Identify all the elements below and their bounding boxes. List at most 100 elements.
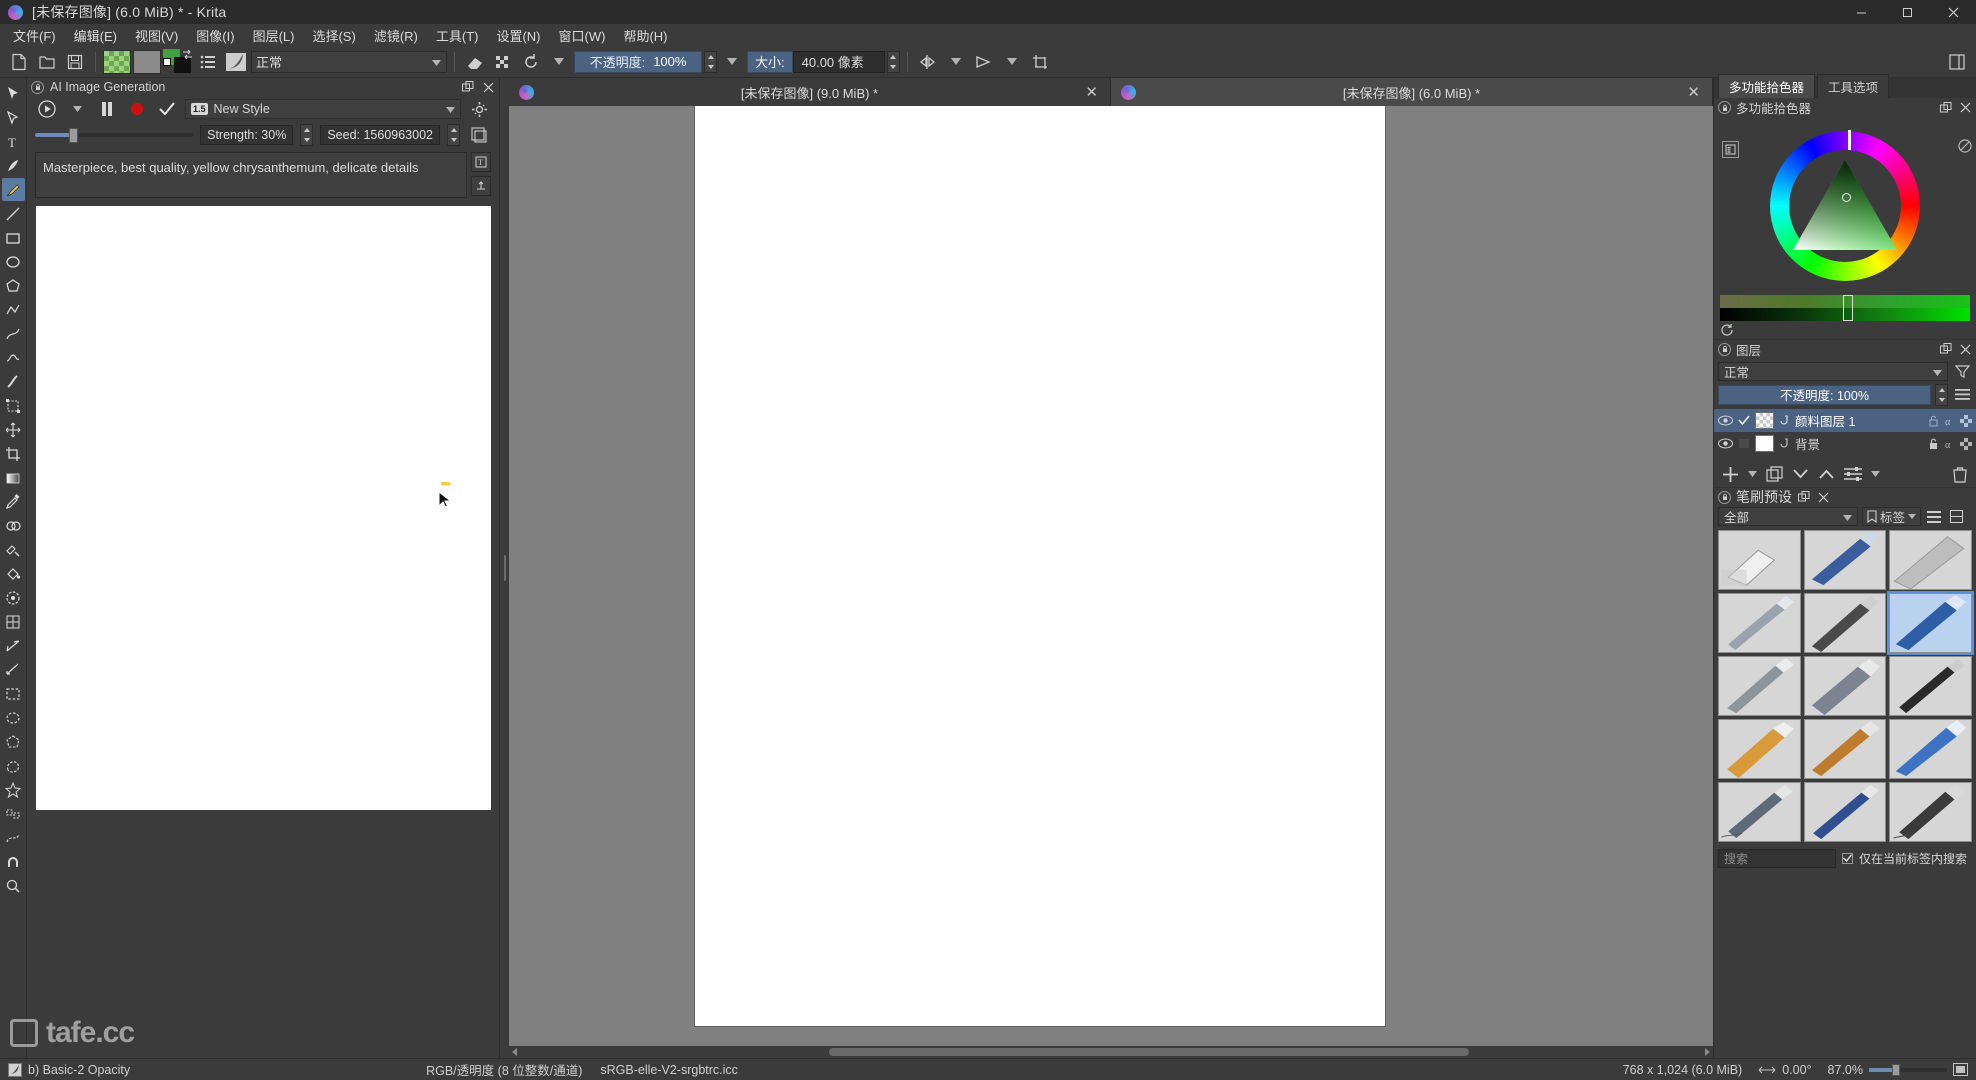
tool-bezier-selection[interactable] <box>2 826 25 849</box>
float-docker-icon[interactable] <box>1797 490 1811 504</box>
menu-window[interactable]: 窗口(W) <box>550 24 615 47</box>
brush-preset-g-ink-gpen[interactable] <box>1718 656 1801 716</box>
selector-options-icon[interactable] <box>1722 141 1739 158</box>
layer-inherit-alpha-icon[interactable] <box>1960 437 1972 450</box>
reset-rotation-icon[interactable] <box>518 49 544 75</box>
tool-calligraphy[interactable] <box>2 154 25 177</box>
brush-preset-n-ink-ballpen[interactable] <box>1803 782 1887 842</box>
brush-search-input[interactable]: 搜索 <box>1718 848 1836 868</box>
docker-lock-icon[interactable] <box>1718 342 1731 356</box>
layer-opacity-stepper[interactable] <box>1935 383 1948 406</box>
tab-advanced-color-selector[interactable]: 多功能拾色器 <box>1718 74 1816 98</box>
brush-size-slider[interactable]: 大小: 40.00 像素 <box>747 50 885 73</box>
ai-preview-canvas[interactable] <box>35 206 491 810</box>
mirror-horizontal-icon[interactable] <box>915 49 941 75</box>
brush-preset-o-pencil-hard[interactable] <box>1889 782 1972 842</box>
tool-transform-layer[interactable] <box>2 394 25 417</box>
fit-page-icon[interactable] <box>1953 1063 1968 1076</box>
close-icon[interactable]: ✕ <box>1687 83 1700 101</box>
add-layer-icon[interactable] <box>1722 466 1739 483</box>
move-layer-up-icon[interactable] <box>1818 467 1835 481</box>
tool-select-shapes[interactable] <box>2 106 25 129</box>
menu-select[interactable]: 选择(S) <box>303 24 364 47</box>
move-layer-down-icon[interactable] <box>1792 467 1809 481</box>
layer-blend-mode-combo[interactable]: 正常 <box>1718 361 1948 381</box>
layer-alpha-lock-icon[interactable]: α <box>1944 438 1955 450</box>
add-prompt-icon[interactable] <box>471 176 491 196</box>
tag-button[interactable]: 标签 <box>1862 507 1922 526</box>
apply-check-icon[interactable] <box>155 98 179 120</box>
tool-measure[interactable] <box>2 658 25 681</box>
zoom-segment[interactable]: 87.0% <box>1820 1063 1976 1077</box>
add-layer-chevron-down-icon[interactable] <box>1748 471 1757 477</box>
scroll-left-icon[interactable] <box>509 1046 521 1058</box>
advanced-color-selector[interactable] <box>1714 117 1976 295</box>
strength-stepper[interactable] <box>300 124 314 146</box>
horizontal-scrollbar[interactable] <box>509 1046 1713 1058</box>
brush-preset-h-marker[interactable] <box>1803 656 1887 716</box>
strength-slider[interactable] <box>35 126 194 144</box>
tool-similar-color-selection[interactable] <box>2 802 25 825</box>
scrollbar-thumb[interactable] <box>829 1048 1469 1056</box>
tool-colorize-mask[interactable] <box>2 514 25 537</box>
layer-row-paint-1[interactable]: 颜料图层 1 α <box>1714 409 1976 432</box>
tool-gradient-mesh[interactable] <box>2 610 25 633</box>
foreground-background-color[interactable] <box>163 48 193 75</box>
tool-polyline[interactable] <box>2 298 25 321</box>
tool-color-sampler[interactable] <box>2 490 25 513</box>
menu-layer[interactable]: 图层(L) <box>244 24 304 47</box>
layer-properties-icon[interactable] <box>1844 467 1862 481</box>
tool-enclose-fill[interactable] <box>2 586 25 609</box>
opacity-stepper[interactable] <box>704 50 717 73</box>
close-docker-icon[interactable] <box>1816 490 1830 504</box>
brush-preset-b-basic-1[interactable] <box>1803 530 1887 590</box>
tool-freehand-selection[interactable] <box>2 754 25 777</box>
pattern-swatch[interactable] <box>103 49 131 74</box>
preserve-alpha-icon[interactable] <box>490 49 516 75</box>
scope-checkbox[interactable] <box>1842 852 1853 864</box>
tool-gradient[interactable] <box>2 466 25 489</box>
delete-layer-icon[interactable] <box>1952 466 1968 483</box>
close-button[interactable] <box>1930 0 1976 24</box>
strength-value[interactable]: Strength: 30% <box>200 125 294 145</box>
text-options-icon[interactable]: T <box>471 152 491 172</box>
blend-mode-combo[interactable]: 正常 <box>251 50 447 73</box>
seed-stepper[interactable] <box>447 124 460 146</box>
opacity-dropdown-icon[interactable] <box>719 49 745 75</box>
menu-tools[interactable]: 工具(T) <box>427 24 488 47</box>
float-docker-icon[interactable] <box>1939 101 1953 115</box>
document-canvas[interactable] <box>695 106 1385 1026</box>
pause-icon[interactable] <box>95 98 119 120</box>
close-docker-icon[interactable] <box>1958 101 1972 115</box>
layer-lock-icon[interactable] <box>1928 438 1939 450</box>
tool-line[interactable] <box>2 202 25 225</box>
tool-dynamic-brush[interactable] <box>2 370 25 393</box>
generate-play-icon[interactable] <box>35 98 59 120</box>
hue-ring[interactable] <box>1770 130 1920 281</box>
layer-alpha-checkbox[interactable] <box>1738 415 1750 426</box>
brush-preset-k-bristles[interactable] <box>1803 719 1887 779</box>
prompt-input[interactable]: Masterpiece, best quality, yellow chrysa… <box>35 152 467 198</box>
menu-edit[interactable]: 编辑(E) <box>65 24 126 47</box>
minimize-button[interactable] <box>1838 0 1884 24</box>
duplicate-layer-icon[interactable] <box>1766 465 1783 483</box>
tool-magnetic-selection[interactable] <box>2 850 25 873</box>
tool-freehand-path[interactable] <box>2 346 25 369</box>
tool-rectangular-selection[interactable] <box>2 682 25 705</box>
tool-freehand-brush[interactable] <box>1 178 25 201</box>
layer-alpha-lock-icon[interactable]: α <box>1944 415 1955 427</box>
menu-filter[interactable]: 滤镜(R) <box>365 24 427 47</box>
float-docker-icon[interactable] <box>1939 342 1953 356</box>
close-docker-icon[interactable] <box>481 80 495 94</box>
reset-color-icon[interactable] <box>1720 323 1734 337</box>
tool-rectangle[interactable] <box>2 226 25 249</box>
seed-value[interactable]: Seed: 1560963002 <box>320 125 440 145</box>
layer-inherit-alpha-icon[interactable] <box>1960 414 1972 427</box>
docker-lock-icon[interactable] <box>1718 101 1731 114</box>
size-stepper[interactable] <box>886 50 900 73</box>
layer-properties-menu-icon[interactable] <box>1952 388 1972 401</box>
record-stop-icon[interactable] <box>125 98 149 120</box>
layer-row-background[interactable]: 背景 α <box>1714 432 1976 455</box>
layer-visibility-icon[interactable] <box>1718 415 1733 426</box>
edit-brush-settings-icon[interactable] <box>223 49 249 75</box>
